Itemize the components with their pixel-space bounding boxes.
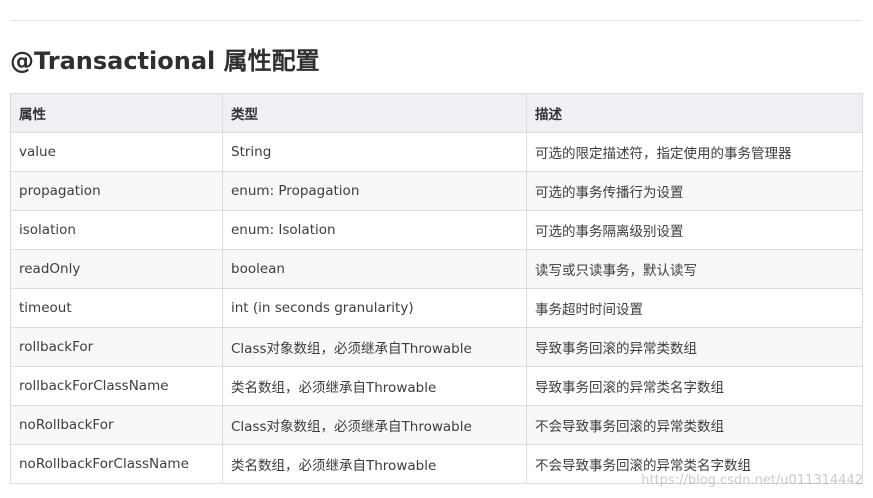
- cell-description: 不会导致事务回滚的异常类数组: [526, 405, 863, 445]
- cell-type: 类名数组，必须继承自Throwable: [222, 444, 527, 484]
- table-row: readOnly boolean 读写或只读事务，默认读写: [10, 249, 863, 289]
- cell-type: String: [222, 132, 527, 172]
- cell-attribute: isolation: [10, 210, 223, 250]
- cell-attribute: noRollbackForClassName: [10, 444, 223, 484]
- table-row: rollbackFor Class对象数组，必须继承自Throwable 导致事…: [10, 327, 863, 367]
- header-description: 描述: [526, 93, 863, 133]
- cell-type: Class对象数组，必须继承自Throwable: [222, 405, 527, 445]
- cell-description: 事务超时时间设置: [526, 288, 863, 328]
- table-header-row: 属性 类型 描述: [10, 93, 863, 133]
- cell-attribute: timeout: [10, 288, 223, 328]
- cell-description: 导致事务回滚的异常类数组: [526, 327, 863, 367]
- table-row: isolation enum: Isolation 可选的事务隔离级别设置: [10, 210, 863, 250]
- cell-type: 类名数组，必须继承自Throwable: [222, 366, 527, 406]
- table-row: value String 可选的限定描述符，指定使用的事务管理器: [10, 132, 863, 172]
- cell-description: 可选的事务隔离级别设置: [526, 210, 863, 250]
- top-divider: [10, 20, 862, 21]
- cell-description: 可选的事务传播行为设置: [526, 171, 863, 211]
- section-heading: @Transactional 属性配置: [10, 47, 320, 75]
- header-attribute: 属性: [10, 93, 223, 133]
- properties-table: 属性 类型 描述 value String 可选的限定描述符，指定使用的事务管理…: [10, 93, 863, 484]
- cell-type: enum: Isolation: [222, 210, 527, 250]
- csdn-watermark: https://blog.csdn.net/u011314442: [641, 473, 863, 488]
- cell-attribute: rollbackFor: [10, 327, 223, 367]
- cell-description: 导致事务回滚的异常类名字数组: [526, 366, 863, 406]
- cell-description: 读写或只读事务，默认读写: [526, 249, 863, 289]
- table-row: timeout int (in seconds granularity) 事务超…: [10, 288, 863, 328]
- cell-attribute: propagation: [10, 171, 223, 211]
- cell-type: int (in seconds granularity): [222, 288, 527, 328]
- table-row: rollbackForClassName 类名数组，必须继承自Throwable…: [10, 366, 863, 406]
- cell-type: boolean: [222, 249, 527, 289]
- cell-type: Class对象数组，必须继承自Throwable: [222, 327, 527, 367]
- cell-attribute: rollbackForClassName: [10, 366, 223, 406]
- cell-attribute: noRollbackFor: [10, 405, 223, 445]
- header-type: 类型: [222, 93, 527, 133]
- table-row: noRollbackFor Class对象数组，必须继承自Throwable 不…: [10, 405, 863, 445]
- cell-attribute: readOnly: [10, 249, 223, 289]
- table-row: propagation enum: Propagation 可选的事务传播行为设…: [10, 171, 863, 211]
- cell-attribute: value: [10, 132, 223, 172]
- cell-type: enum: Propagation: [222, 171, 527, 211]
- cell-description: 可选的限定描述符，指定使用的事务管理器: [526, 132, 863, 172]
